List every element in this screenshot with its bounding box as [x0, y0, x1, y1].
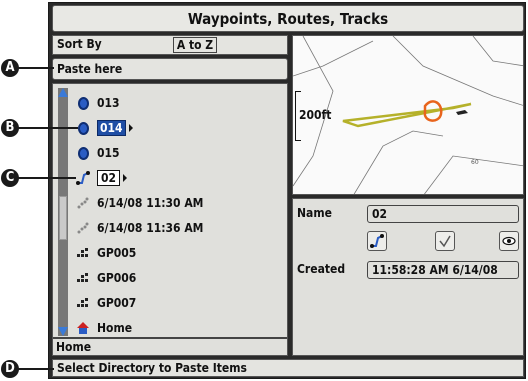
group-icon	[75, 295, 91, 311]
list-item-label: 02	[97, 170, 121, 186]
list-item-label: 014	[97, 120, 126, 136]
visible-checkbox[interactable]	[435, 231, 455, 251]
list-item-label: GP007	[97, 296, 137, 310]
item-list: 013 014 015 02 6/14/08 11:30 AM 6/14/08 …	[52, 83, 288, 356]
checkmark-icon	[439, 235, 451, 248]
created-field: 11:58:28 AM 6/14/08	[367, 261, 519, 279]
current-directory-label: Home	[53, 337, 287, 355]
sort-value[interactable]: A to Z	[173, 37, 217, 53]
list-item-label: 6/14/08 11:30 AM	[97, 196, 204, 210]
list-scrollbar[interactable]	[58, 88, 68, 336]
created-label: Created	[297, 262, 346, 276]
waypoint-icon	[75, 145, 91, 161]
expand-arrow-icon[interactable]	[128, 124, 133, 132]
route-button[interactable]	[367, 231, 387, 251]
list-item-label: 6/14/08 11:36 AM	[97, 221, 204, 235]
list-item-label: GP006	[97, 271, 137, 285]
window-title: Waypoints, Routes, Tracks	[52, 5, 524, 32]
expand-arrow-icon[interactable]	[123, 174, 128, 182]
eye-icon	[502, 236, 516, 246]
callout-b: B	[1, 119, 19, 137]
callout-c-leader	[18, 177, 76, 179]
sort-row[interactable]: Sort By A to Z	[52, 35, 288, 55]
list-item-label: GP005	[97, 246, 137, 260]
group-icon	[75, 245, 91, 261]
depth-label: 60	[471, 159, 479, 166]
details-panel: Name 02 Created 11:58:28 AM 6/14/08	[292, 198, 524, 356]
map-preview: 60 200ft	[292, 35, 524, 195]
list-item[interactable]: 6/14/08 11:30 AM	[75, 192, 203, 214]
list-item-label: 015	[97, 146, 120, 160]
waypoint-icon	[75, 95, 91, 111]
track-icon	[75, 195, 91, 211]
route-icon	[75, 170, 91, 186]
callout-a: A	[1, 59, 19, 77]
callout-d: D	[1, 360, 19, 378]
list-item[interactable]: GP005	[75, 242, 136, 264]
view-button[interactable]	[499, 231, 519, 251]
scroll-thumb[interactable]	[59, 196, 67, 240]
callout-d-leader	[18, 368, 54, 370]
track-icon	[75, 220, 91, 236]
status-bar: Select Directory to Paste Items	[52, 359, 524, 377]
scroll-up-arrow-icon[interactable]	[58, 88, 68, 97]
callout-c: C	[1, 169, 19, 187]
home-icon	[75, 320, 91, 336]
list-item[interactable]: GP007	[75, 292, 136, 314]
name-field[interactable]: 02	[367, 205, 519, 223]
list-item-label: Home	[97, 321, 133, 335]
list-item[interactable]: Home	[75, 317, 132, 339]
list-item[interactable]: 6/14/08 11:36 AM	[75, 217, 203, 239]
scroll-down-arrow-icon[interactable]	[58, 327, 68, 336]
list-item-label: 013	[97, 96, 120, 110]
list-item[interactable]: 013	[75, 92, 120, 114]
paste-here-item[interactable]: Paste here	[52, 58, 288, 80]
map-scale: 200ft	[299, 108, 332, 122]
callout-b-leader	[18, 127, 78, 129]
list-item[interactable]: GP006	[75, 267, 136, 289]
callout-a-leader	[18, 67, 54, 69]
route-icon	[370, 234, 384, 248]
name-label: Name	[297, 206, 332, 220]
list-item[interactable]: 015	[75, 142, 120, 164]
sort-label: Sort By	[57, 37, 102, 51]
list-item[interactable]: 02	[75, 167, 128, 189]
list-item-selected[interactable]: 014	[75, 117, 133, 139]
group-icon	[75, 270, 91, 286]
